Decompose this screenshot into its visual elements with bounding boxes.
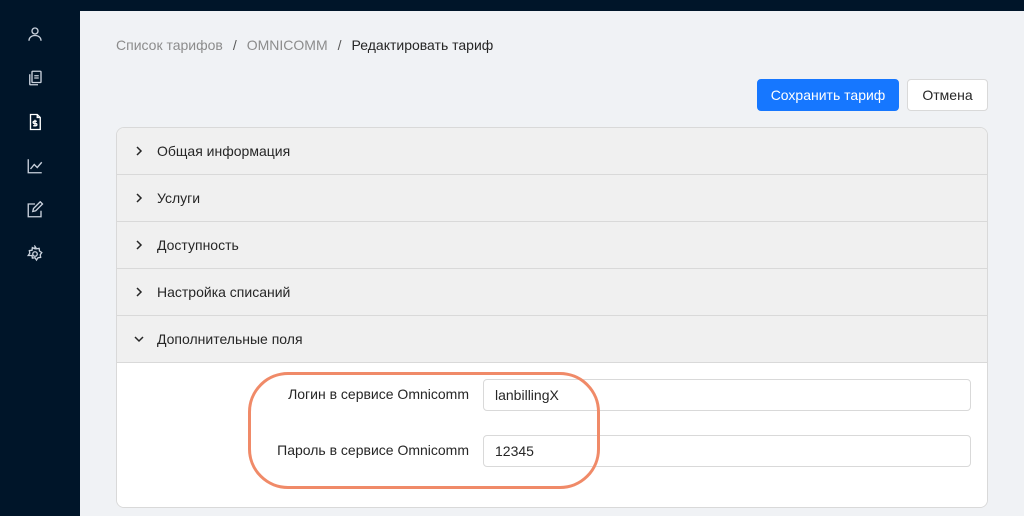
breadcrumb-tariff-list[interactable]: Список тарифов	[116, 37, 223, 53]
tariff-collapse: Общая информация Услуги Доступность Наст…	[116, 127, 988, 508]
panel-header-services[interactable]: Услуги	[117, 175, 987, 222]
login-label: Логин в сервисе Omnicomm	[288, 386, 469, 402]
chevron-down-icon	[133, 333, 145, 345]
panel-title: Дополнительные поля	[157, 331, 303, 347]
breadcrumb: Список тарифов / OMNICOMM / Редактироват…	[116, 37, 493, 53]
password-label: Пароль в сервисе Omnicomm	[277, 442, 469, 458]
edit-square-icon[interactable]	[24, 199, 46, 221]
panel-header-charges[interactable]: Настройка списаний	[117, 269, 987, 316]
panel-title: Услуги	[157, 190, 201, 206]
main-content: Список тарифов / OMNICOMM / Редактироват…	[80, 11, 1024, 516]
user-icon[interactable]	[24, 23, 46, 45]
login-input[interactable]	[483, 379, 971, 411]
breadcrumb-current: Редактировать тариф	[351, 37, 494, 53]
password-input[interactable]	[483, 435, 971, 467]
panel-title: Общая информация	[157, 143, 291, 159]
panel-header-extra-fields[interactable]: Дополнительные поля	[117, 316, 987, 363]
chevron-right-icon	[133, 239, 145, 251]
file-dollar-icon[interactable]	[24, 111, 46, 133]
chevron-right-icon	[133, 192, 145, 204]
breadcrumb-separator: /	[232, 37, 237, 53]
breadcrumb-separator: /	[337, 37, 342, 53]
panel-header-availability[interactable]: Доступность	[117, 222, 987, 269]
panel-title: Настройка списаний	[157, 284, 291, 300]
save-tariff-button[interactable]: Сохранить тариф	[757, 79, 899, 111]
extra-fields-content: Логин в сервисе Omnicomm Пароль в сервис…	[117, 363, 987, 507]
chevron-right-icon	[133, 145, 145, 157]
chevron-right-icon	[133, 286, 145, 298]
breadcrumb-omnicomm[interactable]: OMNICOMM	[247, 37, 328, 53]
copy-icon[interactable]	[24, 67, 46, 89]
panel-header-general[interactable]: Общая информация	[117, 128, 987, 175]
gear-icon[interactable]	[24, 243, 46, 265]
panel-title: Доступность	[157, 237, 239, 253]
cancel-button[interactable]: Отмена	[907, 79, 988, 111]
sidebar	[0, 0, 80, 516]
line-chart-icon[interactable]	[24, 155, 46, 177]
